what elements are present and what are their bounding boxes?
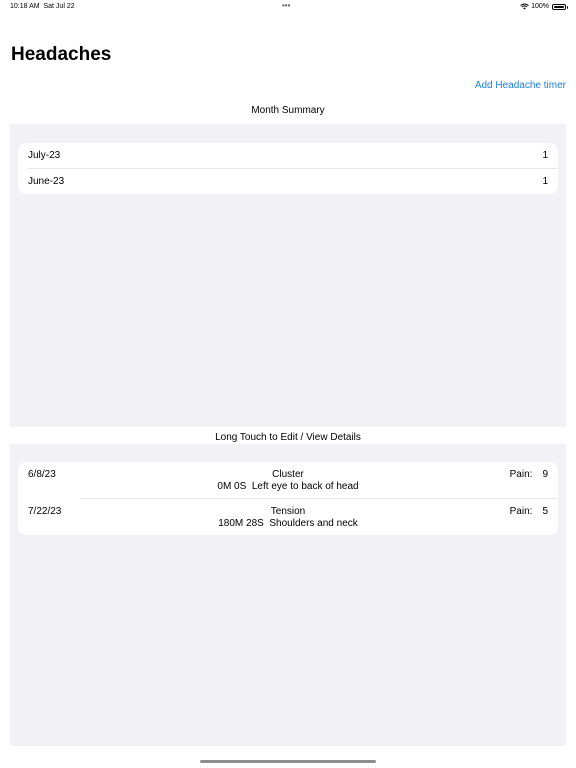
entry-details: Tension 180M 28S Shoulders and neck (18, 506, 558, 530)
status-indicators: 100% (520, 3, 568, 10)
month-count: 1 (542, 150, 548, 161)
month-summary-header: Month Summary (251, 105, 325, 116)
page-title: Headaches (11, 44, 112, 65)
entry-pain: Pain: 9 (510, 469, 548, 480)
multitasking-dots-icon[interactable]: ••• (282, 1, 290, 10)
month-count: 1 (542, 176, 548, 187)
entry-type: Cluster (272, 469, 304, 480)
wifi-icon (520, 3, 529, 10)
month-summary-list: July-23 1 June-23 1 (18, 143, 558, 194)
entry-details: Cluster 0M 0S Left eye to back of head (18, 469, 558, 493)
headache-entry-row[interactable]: 7/22/23 Tension 180M 28S Shoulders and n… (28, 498, 558, 535)
month-row[interactable]: July-23 1 (18, 143, 558, 168)
status-time: 10:18 AM Sat Jul 22 (10, 3, 75, 10)
entry-duration: 180M 28S (218, 518, 264, 529)
entry-pain: Pain: 5 (510, 506, 548, 517)
home-indicator[interactable] (200, 760, 376, 763)
pain-value: 9 (542, 469, 548, 480)
status-date: Sat Jul 22 (43, 3, 75, 10)
month-label: June-23 (28, 176, 65, 187)
pain-value: 5 (542, 506, 548, 517)
add-headache-timer-button[interactable]: Add Headache timer (475, 80, 566, 91)
status-bar: 10:18 AM Sat Jul 22 ••• 100% (0, 0, 576, 14)
battery-icon (552, 3, 568, 10)
entry-location: Shoulders and neck (269, 518, 358, 529)
headache-entries-list: 6/8/23 Cluster 0M 0S Left eye to back of… (18, 462, 558, 535)
entry-duration: 0M 0S (217, 481, 247, 492)
entry-type: Tension (270, 506, 306, 517)
entries-instruction-header: Long Touch to Edit / View Details (215, 432, 361, 443)
month-row[interactable]: June-23 1 (28, 168, 558, 194)
month-summary-panel[interactable]: July-23 1 June-23 1 (10, 124, 566, 427)
month-label: July-23 (28, 150, 61, 161)
pain-label: Pain: (509, 469, 533, 480)
battery-percent: 100% (531, 3, 549, 10)
status-clock: 10:18 AM (10, 3, 40, 10)
headache-entry-row[interactable]: 6/8/23 Cluster 0M 0S Left eye to back of… (18, 462, 558, 498)
entry-location: Left eye to back of head (251, 481, 359, 492)
headache-entries-panel[interactable]: 6/8/23 Cluster 0M 0S Left eye to back of… (10, 444, 566, 746)
pain-label: Pain: (509, 506, 533, 517)
